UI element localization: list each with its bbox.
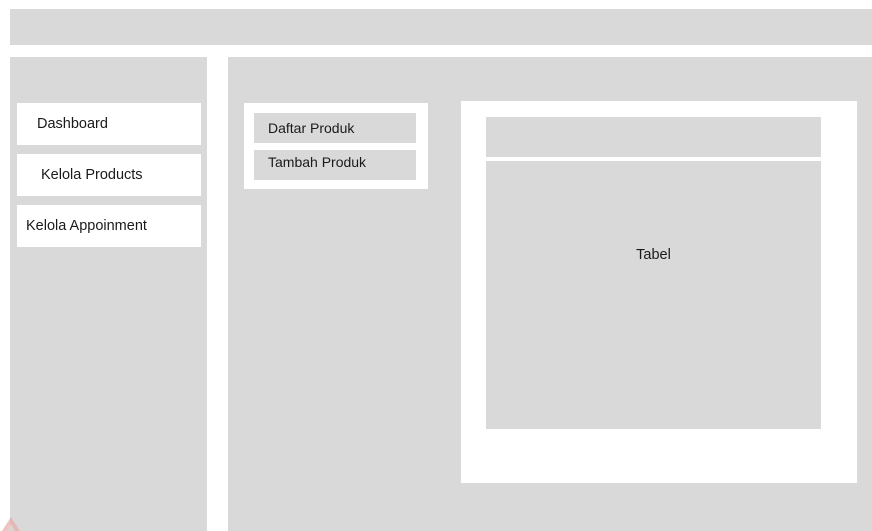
table-header-placeholder [486, 117, 821, 157]
submenu-item-tambah-produk[interactable]: Tambah Produk [254, 150, 416, 180]
watermark-logo-icon [2, 517, 20, 531]
sidebar: Dashboard Kelola Products Kelola Appoinm… [10, 57, 207, 531]
sidebar-item-kelola-appoinment[interactable]: Kelola Appoinment [17, 205, 201, 247]
table-placeholder: Tabel [486, 161, 821, 429]
main-content-area: Daftar Produk Tambah Produk Tabel [228, 57, 872, 531]
sidebar-item-dashboard[interactable]: Dashboard [17, 103, 201, 145]
submenu-item-label: Daftar Produk [268, 120, 355, 136]
sidebar-item-label: Kelola Appoinment [26, 218, 147, 234]
sidebar-item-kelola-products[interactable]: Kelola Products [17, 154, 201, 196]
product-submenu: Daftar Produk Tambah Produk [244, 103, 428, 189]
sidebar-item-label: Kelola Products [41, 167, 143, 183]
content-panel: Tabel [461, 101, 857, 483]
top-header-bar [10, 9, 872, 45]
sidebar-item-label: Dashboard [37, 116, 108, 132]
submenu-item-label: Tambah Produk [268, 154, 367, 170]
table-label: Tabel [636, 247, 671, 263]
submenu-item-daftar-produk[interactable]: Daftar Produk [254, 113, 416, 143]
